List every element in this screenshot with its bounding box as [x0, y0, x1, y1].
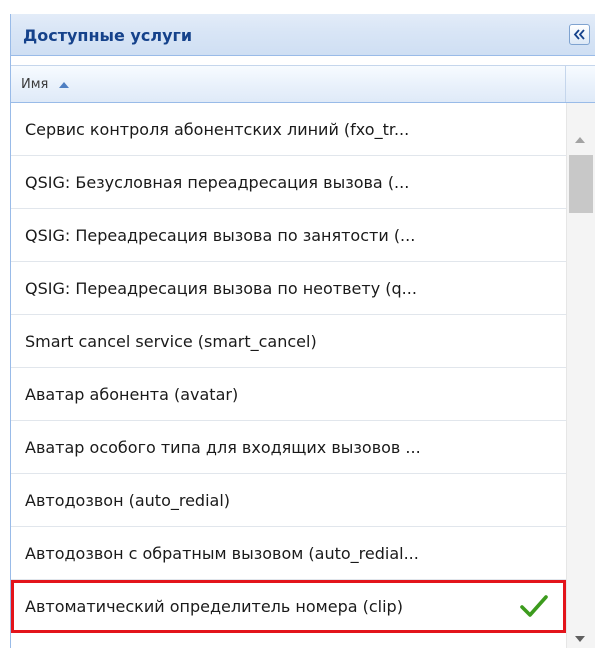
scrollbar-thumb[interactable] — [569, 155, 593, 213]
grid-body: Сервис контроля абонентских линий (fxo_t… — [11, 103, 566, 648]
list-item-label: Smart cancel service (smart_cancel) — [25, 332, 317, 351]
column-header-label: Имя — [21, 77, 49, 92]
collapse-button[interactable] — [569, 24, 590, 45]
available-services-panel: Доступные услуги Имя Сервис контроля або… — [10, 14, 595, 648]
list-item[interactable]: Автодозвон (auto_redial) — [11, 474, 566, 527]
vertical-scrollbar[interactable] — [566, 103, 595, 648]
list-item-label: Аватар абонента (avatar) — [25, 385, 239, 404]
list-item-label: Автоматический определитель номера (clip… — [25, 597, 403, 616]
list-item[interactable]: Автодозвон с обратным вызовом (auto_redi… — [11, 527, 566, 580]
panel-title: Доступные услуги — [23, 26, 193, 45]
grid-column-header-bar: Имя — [11, 65, 595, 103]
list-item-label: Аватар особого типа для входящих вызовов… — [25, 438, 421, 457]
check-icon — [520, 595, 548, 617]
list-item-label: QSIG: Переадресация вызова по неответу (… — [25, 279, 417, 298]
list-item-selected[interactable]: Автоматический определитель номера (clip… — [11, 580, 566, 633]
list-item[interactable]: Smart cancel service (smart_cancel) — [11, 315, 566, 368]
scroll-up-arrow-icon[interactable] — [575, 137, 585, 143]
sort-ascending-icon — [59, 82, 69, 88]
list-item-label: Автодозвон с обратным вызовом (auto_redi… — [25, 544, 419, 563]
list-item[interactable]: QSIG: Безусловная переадресация вызова (… — [11, 156, 566, 209]
list-item[interactable]: Аватар абонента (avatar) — [11, 368, 566, 421]
list-item[interactable]: QSIG: Переадресация вызова по занятости … — [11, 209, 566, 262]
list-item-label: QSIG: Безусловная переадресация вызова (… — [25, 173, 410, 192]
list-item-label: Автодозвон (auto_redial) — [25, 491, 231, 510]
list-item[interactable]: Аватар особого типа для входящих вызовов… — [11, 421, 566, 474]
list-item-label: Сервис контроля абонентских линий (fxo_t… — [25, 120, 410, 139]
double-chevron-left-icon — [573, 29, 585, 40]
list-item[interactable]: QSIG: Переадресация вызова по неответу (… — [11, 262, 566, 315]
column-header-name[interactable]: Имя — [11, 66, 566, 102]
list-item-label: QSIG: Переадресация вызова по занятости … — [25, 226, 416, 245]
panel-header: Доступные услуги — [11, 14, 595, 56]
list-item[interactable]: Сервис контроля абонентских линий (fxo_t… — [11, 103, 566, 156]
scroll-down-arrow-icon[interactable] — [575, 636, 585, 642]
